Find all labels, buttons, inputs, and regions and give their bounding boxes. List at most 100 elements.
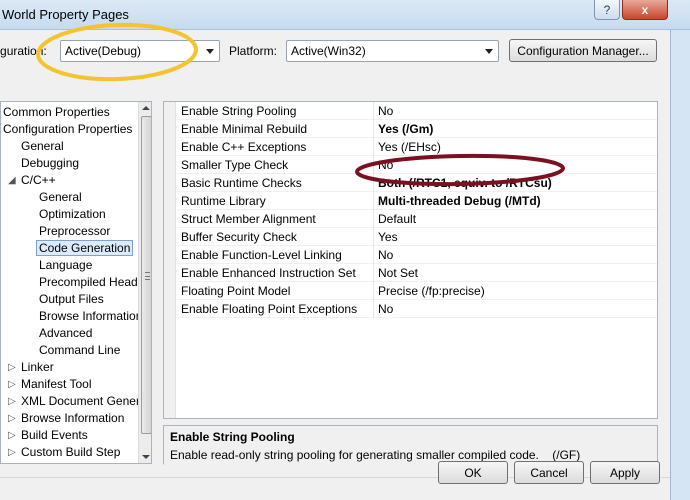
configuration-manager-label: Configuration Manager... (517, 43, 649, 58)
property-row[interactable]: Basic Runtime Checks Both (/RTC1, equiv. … (177, 174, 657, 192)
property-value[interactable]: No (378, 104, 393, 118)
close-icon: x (641, 2, 649, 17)
property-row[interactable]: Enable Minimal Rebuild Yes (/Gm) (177, 120, 657, 138)
tree-item[interactable]: Linker (21, 359, 54, 375)
property-name: Basic Runtime Checks (181, 176, 302, 190)
tree-item[interactable]: XML Document Generator (21, 393, 151, 409)
property-value[interactable]: Both (/RTC1, equiv. to /RTCsu) (378, 176, 552, 190)
property-pages-window: Configuration: Active(Debug) Platform: A… (0, 30, 670, 500)
tree-item[interactable]: Configuration Properties (3, 121, 132, 137)
property-value[interactable]: Yes (/Gm) (378, 122, 433, 136)
description-text-row: Enable read-only string pooling for gene… (170, 448, 651, 462)
property-name: Buffer Security Check (181, 230, 297, 244)
property-value[interactable]: Multi-threaded Debug (/MTd) (378, 194, 541, 208)
tree-item[interactable]: Advanced (39, 325, 92, 341)
window-title: World Property Pages (2, 7, 129, 22)
property-value[interactable]: Default (378, 212, 416, 226)
description-switch: (/GF) (552, 448, 581, 462)
grip-icon (145, 272, 150, 280)
tree-item[interactable]: General (39, 189, 82, 205)
ok-button[interactable]: OK (438, 461, 508, 484)
help-button[interactable]: ? (594, 0, 620, 20)
help-icon: ? (603, 2, 611, 17)
tree-item[interactable]: Build Events (21, 427, 88, 443)
background-window-edge (670, 30, 690, 500)
platform-label: Platform: (229, 44, 278, 58)
property-value[interactable]: No (378, 248, 393, 262)
property-value[interactable]: Yes (/EHsc) (378, 140, 441, 154)
property-value[interactable]: Precise (/fp:precise) (378, 284, 485, 298)
tree-item[interactable]: Preprocessor (39, 223, 110, 239)
tree-item[interactable]: Browse Information (39, 308, 142, 324)
tree-item[interactable]: Language (39, 257, 92, 273)
property-row[interactable]: Enable String Pooling No (177, 102, 657, 120)
tree-item[interactable]: Common Properties (3, 104, 110, 120)
property-row[interactable]: Runtime Library Multi-threaded Debug (/MT… (177, 192, 657, 210)
property-name: Enable Minimal Rebuild (181, 122, 308, 136)
chevron-down-icon (485, 49, 493, 54)
property-row[interactable]: Enable Function-Level Linking No (177, 246, 657, 264)
ok-label: OK (464, 465, 482, 480)
title-bar: World Property Pages ? x (0, 0, 690, 30)
tree-scrollbar[interactable] (138, 102, 151, 463)
description-text: Enable read-only string pooling for gene… (170, 448, 539, 462)
expand-icon[interactable]: ▷ (8, 413, 16, 424)
property-name: Enable String Pooling (181, 104, 297, 118)
configuration-dropdown[interactable]: Active(Debug) (60, 40, 220, 62)
collapse-icon[interactable]: ◢ (8, 175, 16, 186)
tree-item[interactable]: Browse Information (21, 410, 124, 426)
tree-item[interactable]: Optimization (39, 206, 106, 222)
tree-item[interactable]: General (21, 138, 64, 154)
property-name: Enable Function-Level Linking (181, 248, 342, 262)
tree-item[interactable]: Command Line (39, 342, 120, 358)
tree-item[interactable]: C/C++ (21, 172, 56, 188)
tree-item[interactable]: Code Generation (36, 240, 134, 256)
property-value[interactable]: No (378, 158, 393, 172)
property-value[interactable]: No (378, 302, 393, 316)
cancel-button[interactable]: Cancel (514, 461, 584, 484)
property-name: Enable Floating Point Exceptions (181, 302, 358, 316)
tree-item[interactable]: Manifest Tool (21, 376, 91, 392)
cancel-label: Cancel (530, 465, 568, 480)
property-row[interactable]: Smaller Type Check No (177, 156, 657, 174)
platform-dropdown[interactable]: Active(Win32) (286, 40, 499, 62)
close-button[interactable]: x (622, 0, 668, 20)
apply-button[interactable]: Apply (590, 461, 660, 484)
tree-item[interactable]: Custom Build Step (21, 444, 120, 460)
platform-value: Active(Win32) (291, 44, 366, 58)
tree-item[interactable]: Debugging (21, 155, 79, 171)
apply-label: Apply (609, 465, 641, 480)
scroll-down-icon[interactable] (142, 455, 150, 459)
property-name: Enable C++ Exceptions (181, 140, 307, 154)
tree-item[interactable]: Code Analysis (21, 461, 97, 463)
column-divider[interactable] (373, 102, 374, 318)
property-row[interactable]: Buffer Security Check Yes (177, 228, 657, 246)
scroll-thumb[interactable] (141, 116, 151, 434)
scroll-up-icon[interactable] (142, 106, 150, 110)
property-grid: Enable String Pooling No Enable Minimal Re… (163, 101, 658, 419)
property-value[interactable]: Yes (378, 230, 398, 244)
property-row[interactable]: Struct Member Alignment Default (177, 210, 657, 228)
property-tree: Common Properties Configuration Propertie… (0, 101, 152, 464)
configuration-manager-button[interactable]: Configuration Manager... (509, 39, 657, 62)
expand-icon[interactable]: ▷ (8, 396, 16, 407)
expand-icon[interactable]: ▷ (8, 379, 16, 390)
property-row[interactable]: Enable Enhanced Instruction Set Not Set (177, 264, 657, 282)
property-row[interactable]: Floating Point Model Precise (/fp:precise… (177, 282, 657, 300)
grid-gutter (164, 102, 176, 418)
property-value[interactable]: Not Set (378, 266, 418, 280)
configuration-value: Active(Debug) (65, 44, 142, 58)
expand-icon[interactable]: ▷ (8, 447, 16, 458)
expand-icon[interactable]: ▷ (8, 430, 16, 441)
expand-icon[interactable]: ▷ (8, 362, 16, 373)
property-name: Struct Member Alignment (181, 212, 316, 226)
description-panel: Enable String Pooling Enable read-only s… (163, 425, 658, 465)
description-title: Enable String Pooling (170, 430, 295, 444)
property-name: Floating Point Model (181, 284, 291, 298)
property-name: Enable Enhanced Instruction Set (181, 266, 356, 280)
tree-item[interactable]: Precompiled Headers (39, 274, 151, 290)
property-row[interactable]: Enable C++ Exceptions Yes (/EHsc) (177, 138, 657, 156)
tree-item[interactable]: Output Files (39, 291, 104, 307)
property-row[interactable]: Enable Floating Point Exceptions No (177, 300, 657, 318)
chevron-down-icon (206, 49, 214, 54)
